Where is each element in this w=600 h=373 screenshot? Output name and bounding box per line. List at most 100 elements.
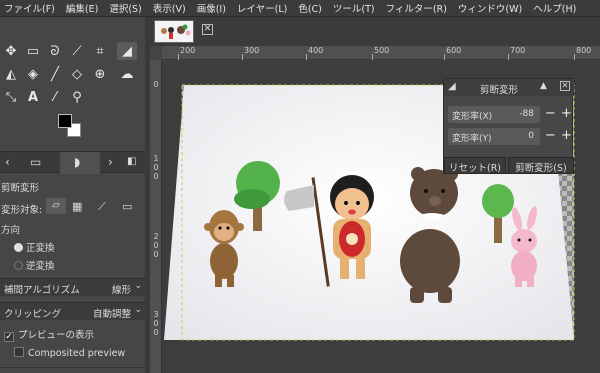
shear-tool-icon[interactable]: ◢ (117, 42, 137, 60)
ruler-h-label: 700 (510, 46, 526, 55)
menu-file[interactable]: ファイル(F) (4, 1, 55, 15)
device-status-icon[interactable]: ▭ (30, 155, 41, 169)
ruler-h-label: 500 (374, 46, 390, 55)
chevron-down-icon: ⌄ (134, 281, 142, 291)
chevron-right-icon[interactable]: › (108, 155, 113, 169)
direction-forward-radio[interactable]: 正変換 (14, 240, 159, 254)
eraser-icon[interactable]: ◇ (67, 65, 87, 83)
shear-y-field[interactable]: 変形率(Y) 0 (448, 128, 540, 145)
clipping-value: 自動調整 (92, 309, 131, 320)
chevron-down-icon: ⌄ (134, 305, 142, 315)
composited-label: Composited preview (28, 348, 126, 359)
ruler-v-label: 3 (153, 310, 159, 319)
transform-selection-icon[interactable]: ▦ (72, 200, 82, 213)
transform-image-icon[interactable]: ▭ (122, 200, 132, 213)
ruler-corner-icon[interactable] (150, 46, 162, 60)
composited-preview-checkbox[interactable]: Composited preview (14, 347, 159, 359)
close-image-icon[interactable]: ✕ (202, 24, 213, 35)
image-thumbnail[interactable] (154, 20, 194, 43)
bucket-fill-icon[interactable]: ◈ (23, 65, 43, 83)
ruler-v-label: 0 (153, 172, 159, 181)
shear-x-field[interactable]: 変形率(X) -88 (448, 106, 540, 123)
menu-view[interactable]: 表示(V) (153, 1, 186, 15)
preview-label: プレビューの表示 (18, 330, 95, 341)
transform-layer-icon[interactable]: ▱ (46, 198, 66, 214)
fuzzy-select-icon[interactable]: ⟋ (67, 42, 87, 60)
minus-icon[interactable]: − (545, 106, 556, 122)
menu-help[interactable]: ヘルプ(H) (533, 1, 576, 15)
shear-apply-button[interactable]: 剪断変形(S) (508, 157, 574, 174)
chevron-left-icon[interactable]: ‹ (5, 155, 10, 169)
transform-label: 変形対象: (1, 205, 43, 216)
direction-backward-label: 逆変換 (26, 261, 55, 272)
menu-tools[interactable]: ツール(T) (333, 1, 375, 15)
close-icon[interactable]: ✕ (560, 81, 570, 91)
move-tool-icon[interactable]: ✥ (1, 42, 21, 60)
image-tabbar: ✕ (150, 17, 600, 46)
rect-select-icon[interactable]: ▭ (23, 42, 43, 60)
check-icon[interactable]: ✓ (4, 332, 14, 342)
shear-y-label: 変形率(Y) (452, 134, 492, 144)
shear-dialog: ◢ 剪断変形 ▲ ✕ 変形率(X) -88 − + 変形率(Y) 0 − + リ… (443, 78, 574, 174)
crop-icon[interactable]: ⌗ (90, 42, 110, 60)
ruler-v-label: 0 (153, 250, 159, 259)
menubar: ファイル(F) 編集(E) 選択(S) 表示(V) 画像(I) レイヤー(L) … (0, 0, 600, 17)
ruler-v-label: 2 (153, 232, 159, 241)
radio-off-icon[interactable] (14, 261, 23, 270)
ruler-v-label: 0 (153, 241, 159, 250)
ruler-h-label: 300 (244, 46, 260, 55)
menu-filters[interactable]: フィルター(R) (386, 1, 447, 15)
vertical-ruler: 0 1 0 0 2 0 0 3 0 0 (150, 60, 162, 373)
transform-path-icon[interactable]: ⟋ (98, 200, 106, 214)
preview-checkbox[interactable]: ✓ プレビューの表示 (4, 327, 149, 342)
plus-icon[interactable]: + (561, 106, 572, 122)
warp-icon[interactable]: ◭ (1, 65, 21, 83)
zoom-icon[interactable]: ⚲ (67, 88, 87, 106)
color-picker-icon[interactable]: ⁄ (45, 88, 65, 106)
reset-button[interactable]: リセット(R) (444, 157, 506, 174)
shear-y-row: 変形率(Y) 0 − + (448, 128, 572, 145)
fg-bg-colors[interactable] (58, 114, 84, 138)
paintbrush-icon[interactable]: ╱ (45, 65, 65, 83)
menu-layer[interactable]: レイヤー(L) (237, 1, 287, 15)
ruler-v-label: 0 (153, 328, 159, 337)
divider (0, 367, 145, 368)
foreground-color-swatch[interactable] (58, 114, 72, 128)
dock-menu-icon[interactable]: ◧ (127, 156, 136, 167)
clipping-label: クリッピング (4, 309, 62, 320)
menu-edit[interactable]: 編集(E) (66, 1, 98, 15)
direction-forward-label: 正変換 (26, 243, 55, 254)
shear-y-value: 0 (528, 131, 534, 141)
lasso-icon[interactable]: ᘐ (45, 42, 65, 60)
ruler-h-label: 200 (180, 46, 196, 55)
minus-icon[interactable]: − (545, 128, 556, 144)
radio-on-icon[interactable] (14, 243, 23, 252)
paths-icon[interactable]: ⤡ (1, 88, 21, 106)
shear-tool-icon: ◢ (448, 81, 456, 92)
clipping-combo[interactable]: クリッピング 自動調整 ⌄ (0, 302, 145, 320)
interpolation-combo[interactable]: 補間アルゴリズム 線形 ⌄ (0, 278, 145, 296)
menu-windows[interactable]: ウィンドウ(W) (458, 1, 522, 15)
menu-colors[interactable]: 色(C) (298, 1, 322, 15)
shear-x-value: -88 (519, 109, 534, 119)
smudge-icon[interactable]: ☁ (117, 65, 137, 83)
shear-x-row: 変形率(X) -88 − + (448, 106, 572, 123)
menu-image[interactable]: 画像(I) (197, 1, 226, 15)
interpolation-value: 線形 (111, 285, 131, 296)
menu-select[interactable]: 選択(S) (109, 1, 141, 15)
pin-icon[interactable]: ▲ (540, 81, 547, 91)
ruler-v-label: 1 (153, 154, 159, 163)
tool-options-title: 剪断変形 (1, 183, 40, 194)
shear-dialog-header: ◢ 剪断変形 ▲ ✕ (444, 79, 574, 96)
text-tool-icon[interactable]: A (23, 88, 43, 106)
ruler-h-label: 400 (308, 46, 324, 55)
clone-icon[interactable]: ⊕ (90, 65, 110, 83)
left-dock: ✥ ▭ ᘐ ⟋ ⌗ ◢ ◭ ◈ ╱ ◇ ⊕ ☁ ⤡ A ⁄ ⚲ ‹ ▭ ◗ › … (0, 17, 145, 373)
ruler-h-label: 800 (576, 46, 592, 55)
tool-options-icon[interactable]: ◗ (74, 155, 80, 169)
shear-dialog-title: 剪断変形 (480, 85, 519, 96)
checkbox-icon[interactable] (14, 347, 24, 357)
plus-icon[interactable]: + (561, 128, 572, 144)
direction-backward-radio[interactable]: 逆変換 (14, 258, 159, 272)
ruler-v-label: 0 (153, 80, 159, 89)
